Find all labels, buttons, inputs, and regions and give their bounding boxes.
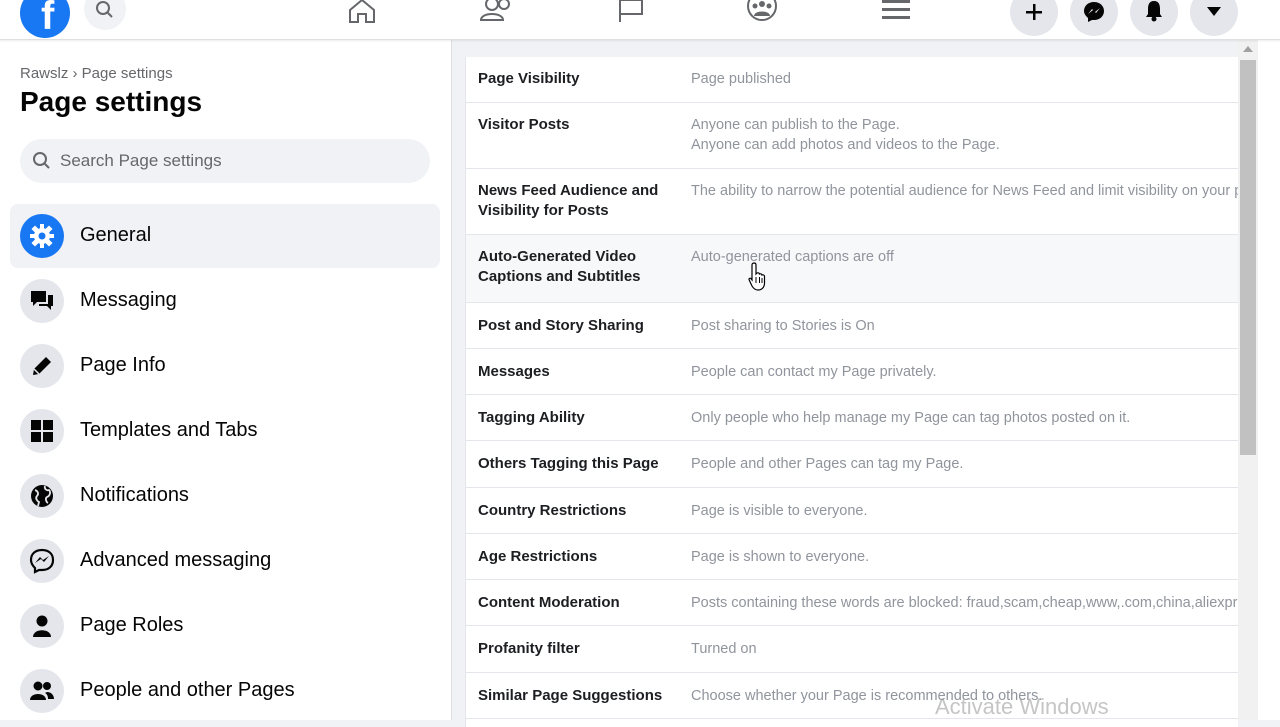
setting-row-messages[interactable]: Messages People can contact my Page priv… bbox=[466, 349, 1238, 395]
sidebar-item-label: People and other Pages bbox=[80, 679, 295, 701]
setting-label: Post and Story Sharing bbox=[478, 317, 644, 334]
sidebar-item-label: Templates and Tabs bbox=[80, 419, 258, 441]
setting-value: Anyone can publish to the Page. bbox=[691, 117, 900, 133]
sidebar-item-messaging[interactable]: Messaging bbox=[10, 269, 440, 333]
top-navigation-bar: f bbox=[0, 0, 1280, 40]
caret-down-icon bbox=[1207, 7, 1221, 16]
setting-label: Page Visibility bbox=[478, 70, 580, 87]
sidebar-item-templates-and-tabs[interactable]: Templates and Tabs bbox=[10, 399, 440, 463]
setting-row-profanity-filter[interactable]: Profanity filter Turned on bbox=[466, 626, 1238, 673]
setting-label: Messages bbox=[478, 363, 550, 380]
search-button[interactable] bbox=[84, 0, 126, 30]
globe-icon bbox=[20, 474, 64, 518]
pages-flag-icon[interactable] bbox=[612, 0, 652, 26]
setting-value: People and other Pages can tag my Page. bbox=[691, 456, 964, 472]
setting-value-secondary: Anyone can add photos and videos to the … bbox=[691, 137, 1000, 153]
sidebar-item-label: Page Info bbox=[80, 354, 166, 376]
setting-value: Turned on bbox=[691, 641, 757, 657]
sidebar-item-notifications[interactable]: Notifications bbox=[10, 464, 440, 528]
setting-row-age-restrictions[interactable]: Age Restrictions Page is shown to everyo… bbox=[466, 534, 1238, 580]
setting-label: Age Restrictions bbox=[478, 548, 598, 565]
create-button[interactable] bbox=[1010, 0, 1058, 36]
settings-sidebar: Rawslz › Page settings Page settings Gen… bbox=[0, 40, 452, 720]
setting-value: People can contact my Page privately. bbox=[691, 364, 937, 380]
facebook-logo-letter: f bbox=[41, 0, 55, 38]
sidebar-item-label: Notifications bbox=[80, 484, 189, 506]
setting-row-post-and-story-sharing[interactable]: Post and Story Sharing Post sharing to S… bbox=[466, 303, 1238, 349]
setting-row-page-visibility[interactable]: Page Visibility Page published bbox=[466, 57, 1238, 103]
setting-label: Tagging Ability bbox=[478, 409, 585, 426]
search-settings-input[interactable] bbox=[60, 139, 420, 183]
people-icon bbox=[20, 669, 64, 713]
facebook-logo[interactable]: f bbox=[20, 0, 70, 38]
groups-icon[interactable] bbox=[742, 0, 782, 26]
setting-label: Others Tagging this Page bbox=[478, 455, 659, 472]
menu-icon[interactable] bbox=[876, 0, 916, 26]
setting-row-others-tagging[interactable]: Others Tagging this Page People and othe… bbox=[466, 441, 1238, 488]
setting-label: Auto-Generated Video Captions and Subtit… bbox=[478, 248, 641, 285]
chat-bubbles-icon bbox=[20, 279, 64, 323]
setting-value: Page is visible to everyone. bbox=[691, 503, 868, 519]
setting-label: Content Moderation bbox=[478, 594, 620, 611]
sidebar-item-advanced-messaging[interactable]: Advanced messaging bbox=[10, 529, 440, 593]
notifications-button[interactable] bbox=[1130, 0, 1178, 36]
setting-row-visitor-posts[interactable]: Visitor Posts Anyone can publish to the … bbox=[466, 103, 1238, 169]
sidebar-item-label: General bbox=[80, 224, 152, 246]
home-icon[interactable] bbox=[342, 0, 382, 26]
sidebar-item-label: Advanced messaging bbox=[80, 549, 272, 571]
scrollbar-thumb[interactable] bbox=[1240, 60, 1256, 455]
search-settings-box[interactable] bbox=[20, 139, 430, 183]
friends-icon[interactable] bbox=[477, 0, 517, 26]
general-settings-panel: Page Visibility Page published Visitor P… bbox=[465, 57, 1238, 727]
sidebar-item-label: Messaging bbox=[80, 289, 177, 311]
grid-icon bbox=[20, 409, 64, 453]
setting-row-content-moderation[interactable]: Content Moderation Posts containing thes… bbox=[466, 580, 1238, 626]
setting-label: Profanity filter bbox=[478, 640, 580, 657]
setting-label: Country Restrictions bbox=[478, 502, 627, 519]
sidebar-item-people-and-other-pages[interactable]: People and other Pages bbox=[10, 659, 440, 723]
plus-icon bbox=[1026, 4, 1042, 20]
setting-label: News Feed Audience and Visibility for Po… bbox=[478, 182, 659, 219]
setting-row-auto-generated-captions[interactable]: Auto-Generated Video Captions and Subtit… bbox=[466, 235, 1238, 303]
hand-pointer-cursor-icon bbox=[748, 262, 766, 291]
setting-row-news-feed-audience[interactable]: News Feed Audience and Visibility for Po… bbox=[466, 169, 1238, 235]
vertical-scrollbar[interactable] bbox=[1238, 40, 1258, 720]
setting-value: Only people who help manage my Page can … bbox=[691, 410, 1131, 426]
bell-icon bbox=[1146, 1, 1162, 22]
setting-value: Posts containing these words are blocked… bbox=[691, 595, 1238, 611]
sidebar-item-general[interactable]: General bbox=[10, 204, 440, 268]
setting-value: Page is shown to everyone. bbox=[691, 549, 870, 565]
sidebar-item-page-info[interactable]: Page Info bbox=[10, 334, 440, 398]
person-icon bbox=[20, 604, 64, 648]
messenger-icon bbox=[20, 539, 64, 583]
setting-value: Post sharing to Stories is On bbox=[691, 318, 875, 334]
messenger-icon bbox=[1084, 2, 1104, 22]
breadcrumb[interactable]: Rawslz › Page settings bbox=[20, 65, 173, 82]
right-gutter bbox=[1258, 40, 1280, 720]
sidebar-item-page-roles[interactable]: Page Roles bbox=[10, 594, 440, 658]
setting-row-tagging-ability[interactable]: Tagging Ability Only people who help man… bbox=[466, 395, 1238, 441]
sidebar-item-label: Page Roles bbox=[80, 614, 184, 636]
search-icon bbox=[96, 1, 113, 18]
setting-row-country-restrictions[interactable]: Country Restrictions Page is visible to … bbox=[466, 488, 1238, 534]
account-menu-button[interactable] bbox=[1190, 0, 1238, 36]
gear-icon bbox=[20, 214, 64, 258]
page-title: Page settings bbox=[20, 86, 203, 117]
messenger-button[interactable] bbox=[1070, 0, 1118, 36]
setting-value: Page published bbox=[691, 71, 791, 87]
setting-row-similar-page-suggestions[interactable]: Similar Page Suggestions Choose whether … bbox=[466, 673, 1238, 719]
setting-label: Visitor Posts bbox=[478, 116, 570, 133]
setting-label: Similar Page Suggestions bbox=[478, 687, 663, 704]
search-icon bbox=[33, 152, 50, 169]
setting-value: The ability to narrow the potential audi… bbox=[691, 183, 1238, 199]
activate-windows-watermark: Activate Windows bbox=[935, 694, 1109, 719]
pencil-icon bbox=[20, 344, 64, 388]
scroll-up-arrow-icon[interactable] bbox=[1243, 46, 1253, 52]
setting-value: Auto-generated captions are off bbox=[691, 249, 894, 265]
